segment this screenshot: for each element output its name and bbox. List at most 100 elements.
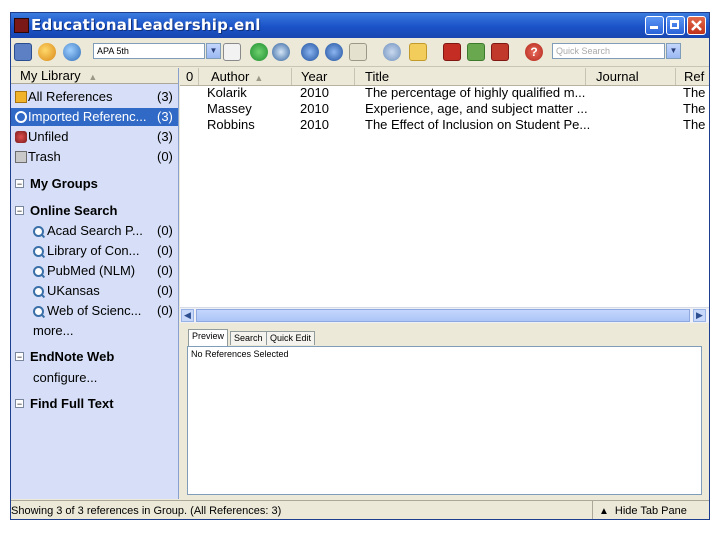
group-label: My Groups: [30, 176, 98, 191]
online-search-item[interactable]: UKansas (0): [33, 282, 178, 300]
quick-search-dropdown[interactable]: ▼: [666, 43, 681, 59]
collapse-icon[interactable]: −: [15, 352, 24, 362]
find-text-icon[interactable]: [349, 43, 367, 61]
online-item-count: (0): [157, 263, 173, 278]
group-label: Online Search: [30, 203, 118, 218]
export-icon[interactable]: [325, 43, 343, 61]
status-message: Showing 3 of 3 references in Group. (All…: [11, 505, 282, 517]
author-cell: Robbins: [207, 117, 255, 132]
tab-search[interactable]: Search: [230, 331, 267, 345]
new-reference-icon[interactable]: [250, 43, 268, 61]
online-item-count: (0): [157, 243, 173, 258]
preview-pane: No References Selected: [187, 346, 702, 495]
search-icon: [33, 286, 44, 297]
window-title: EducationalLeadership.enl: [31, 16, 261, 34]
scroll-right-icon[interactable]: ▶: [693, 309, 706, 322]
endnote-web-header[interactable]: − EndNote Web: [15, 348, 114, 366]
open-folder-icon[interactable]: [409, 43, 427, 61]
insert-citation-icon[interactable]: [443, 43, 461, 61]
unfiled-icon: [15, 131, 27, 143]
find-full-text-header[interactable]: − Find Full Text: [15, 395, 114, 413]
sidebar-item-trash[interactable]: Trash (0): [11, 148, 178, 166]
online-item-label: Library of Con...: [47, 243, 140, 258]
online-item-count: (0): [157, 283, 173, 298]
scrollbar-thumb[interactable]: [196, 309, 690, 322]
tab-preview[interactable]: Preview: [188, 329, 229, 346]
title-cell: The percentage of highly qualified m...: [365, 85, 586, 100]
hide-tab-pane-button[interactable]: ▲ Hide Tab Pane: [592, 501, 687, 519]
year-cell: 2010: [300, 101, 329, 116]
table-row[interactable]: Kolarik 2010 The percentage of highly qu…: [180, 85, 709, 101]
scroll-left-icon[interactable]: ◀: [181, 309, 194, 322]
import-icon[interactable]: [301, 43, 319, 61]
help-icon[interactable]: ?: [525, 43, 543, 61]
open-link-icon[interactable]: [383, 43, 401, 61]
table-row[interactable]: Massey 2010 Experience, age, and subject…: [180, 101, 709, 117]
year-cell: 2010: [300, 117, 329, 132]
online-search-item[interactable]: Library of Con... (0): [33, 242, 178, 260]
hide-tab-pane-label: Hide Tab Pane: [614, 505, 687, 517]
close-button[interactable]: [687, 16, 706, 35]
trash-icon: [15, 151, 27, 163]
title-bar[interactable]: EducationalLeadership.enl: [11, 13, 709, 38]
sidebar-item-label: Unfiled: [28, 129, 69, 144]
year-column-header[interactable]: Year: [291, 68, 354, 85]
minimize-icon: [650, 26, 658, 29]
online-search-header[interactable]: − Online Search: [15, 202, 117, 220]
online-search-item[interactable]: PubMed (NLM) (0): [33, 262, 178, 280]
table-row[interactable]: Robbins 2010 The Effect of Inclusion on …: [180, 117, 709, 133]
style-select[interactable]: APA 5th: [93, 43, 205, 59]
online-search-icon[interactable]: [272, 43, 290, 61]
sidebar-item-imported-references[interactable]: Imported Referenc... (3): [11, 108, 178, 126]
sort-asc-icon: ▲: [254, 73, 264, 83]
close-icon: [691, 20, 702, 31]
ref-type-cell: The: [683, 117, 706, 132]
author-cell: Kolarik: [207, 85, 247, 100]
status-bar: Showing 3 of 3 references in Group. (All…: [11, 500, 709, 519]
my-library-header[interactable]: My Library ▲: [11, 68, 178, 84]
sidebar-item-count: (3): [157, 89, 173, 104]
return-to-word-icon[interactable]: [491, 43, 509, 61]
edit-style-icon[interactable]: [223, 43, 241, 61]
toolbar: APA 5th ▼ ? Quick Search ▼: [11, 38, 709, 67]
format-bibliography-icon[interactable]: [467, 43, 485, 61]
quick-search-input[interactable]: Quick Search: [552, 43, 665, 59]
maximize-button[interactable]: [666, 16, 685, 35]
online-item-count: (0): [157, 303, 173, 318]
globe-icon[interactable]: [38, 43, 56, 61]
online-search-item[interactable]: Acad Search P... (0): [33, 222, 178, 240]
style-dropdown-button[interactable]: ▼: [206, 43, 221, 59]
collapse-icon[interactable]: −: [15, 179, 24, 189]
online-item-label: PubMed (NLM): [47, 263, 136, 278]
author-cell: Massey: [207, 101, 252, 116]
title-cell: Experience, age, and subject matter ...: [365, 101, 588, 116]
title-cell: The Effect of Inclusion on Student Pe...: [365, 117, 591, 132]
group-label: EndNote Web: [30, 349, 115, 364]
online-search-item[interactable]: Web of Scienc... (0): [33, 302, 178, 320]
minimize-button[interactable]: [645, 16, 664, 35]
journal-column-header[interactable]: Journal: [585, 68, 675, 85]
group-label: Find Full Text: [30, 396, 114, 411]
title-column-header[interactable]: Title: [354, 68, 585, 85]
collapse-icon[interactable]: −: [15, 399, 24, 409]
more-link[interactable]: more...: [33, 322, 73, 340]
earth-icon[interactable]: [63, 43, 81, 61]
library-icon[interactable]: [14, 43, 32, 61]
endnote-app-icon: [14, 18, 29, 33]
sidebar-item-unfiled[interactable]: Unfiled (3): [11, 128, 178, 146]
hide-pane-icon: ▲: [599, 506, 609, 517]
sidebar-item-all-references[interactable]: All References (3): [11, 88, 178, 106]
horizontal-scrollbar[interactable]: ◀ ▶: [180, 307, 709, 323]
author-column-header[interactable]: Author ▲: [198, 68, 291, 85]
collapse-icon[interactable]: −: [15, 206, 24, 216]
configure-link[interactable]: configure...: [33, 369, 97, 387]
online-item-label: Acad Search P...: [47, 223, 143, 238]
tab-quick-edit[interactable]: Quick Edit: [266, 331, 316, 345]
ref-type-column-header[interactable]: Ref: [675, 68, 709, 85]
library-sidebar: My Library ▲ All References (3) Imported…: [11, 68, 179, 499]
online-item-label: Web of Scienc...: [47, 303, 142, 318]
my-groups-header[interactable]: − My Groups: [15, 175, 98, 193]
attachment-column-header[interactable]: 0: [180, 68, 198, 85]
tab-strip: Preview Search Quick Edit: [180, 328, 709, 346]
maximize-icon: [670, 20, 679, 29]
